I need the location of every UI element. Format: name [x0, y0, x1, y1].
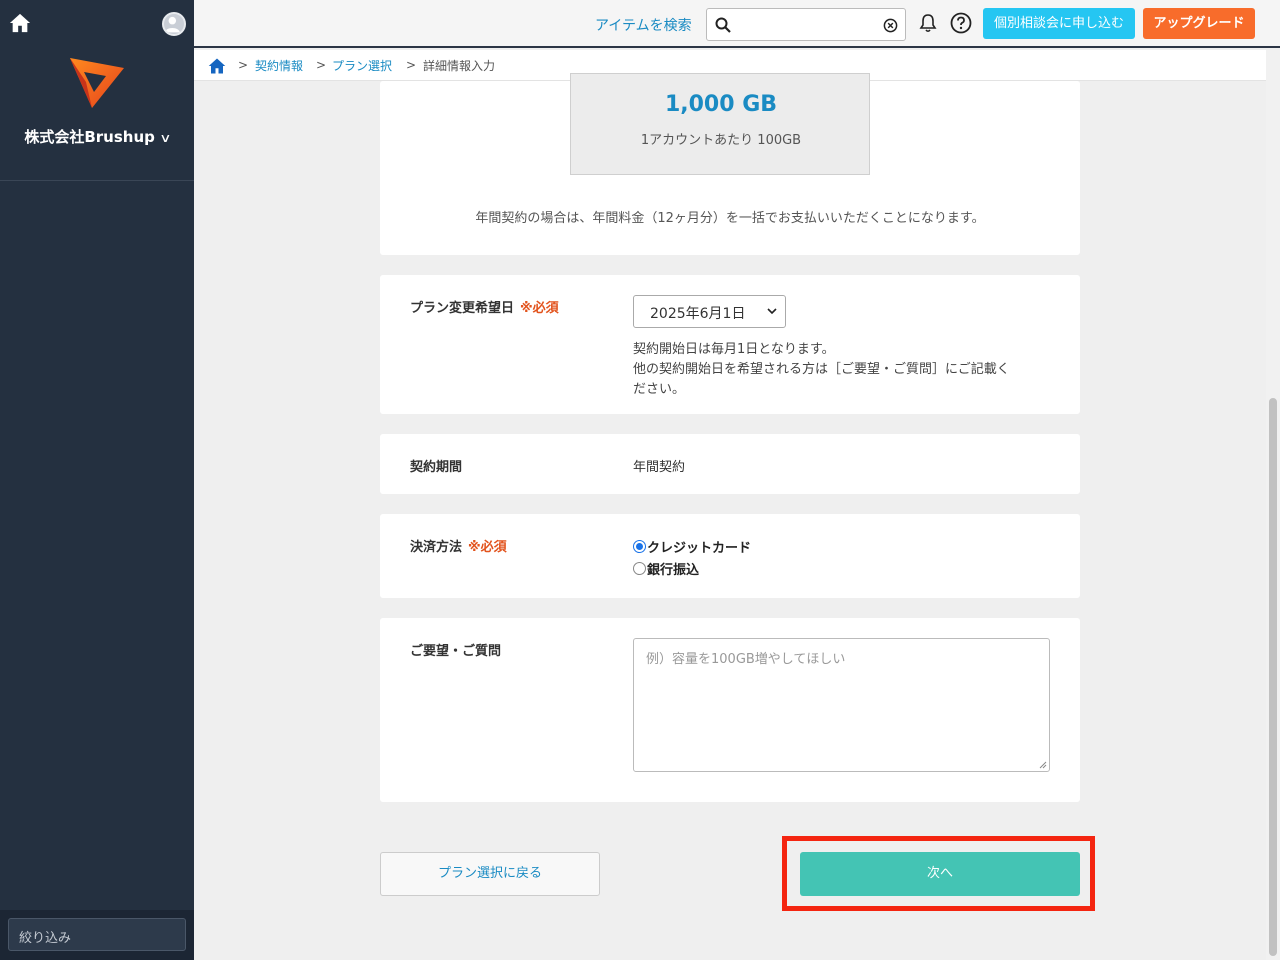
- search-input[interactable]: [706, 8, 906, 41]
- change-date-value: 2025年6月1日: [650, 306, 746, 322]
- home-icon[interactable]: [9, 12, 31, 34]
- payment-method-card: 決済方法 ※必須 クレジットカード 銀行振込: [380, 514, 1080, 598]
- bell-icon[interactable]: [918, 13, 938, 33]
- contract-period-card: 契約期間 年間契約: [380, 434, 1080, 494]
- change-date-label: プラン変更希望日 ※必須: [410, 301, 559, 316]
- change-date-card: プラン変更希望日 ※必須 2025年6月1日 契約開始日は毎月1日となります。 他…: [380, 275, 1080, 414]
- requests-card: ご要望・ご質問 例）容量を100GB増やしてほしい: [380, 618, 1080, 802]
- payment-method-label: 決済方法 ※必須: [410, 540, 507, 555]
- search-icon: [715, 17, 731, 33]
- sidebar-divider: [0, 180, 194, 181]
- chevron-down-icon: ∨: [159, 131, 172, 145]
- payment-option-bank-transfer[interactable]: 銀行振込: [633, 559, 699, 578]
- breadcrumb-current: 詳細情報入力: [423, 59, 496, 73]
- plan-summary-card: 1,000 GB 1アカウントあたり 100GB 年間契約の場合は、年間料金（1…: [380, 73, 1080, 255]
- search-items-link[interactable]: アイテムを検索: [595, 15, 692, 35]
- requests-placeholder: 例）容量を100GB増やしてほしい: [646, 652, 846, 667]
- storage-total: 1,000 GB: [664, 92, 778, 117]
- breadcrumb-plan-select[interactable]: プラン選択: [332, 57, 392, 74]
- sidebar: 株式会社Brushup ∨ 絞り込み: [0, 0, 194, 960]
- brushup-logo-icon: [70, 58, 124, 108]
- requests-textarea[interactable]: 例）容量を100GB増やしてほしい: [633, 638, 1050, 772]
- change-date-note: 契約開始日は毎月1日となります。 他の契約開始日を希望される方は［ご要望・ご質問…: [633, 342, 1010, 397]
- resize-grip-icon[interactable]: [1039, 761, 1047, 769]
- annual-payment-note: 年間契約の場合は、年間料金（12ヶ月分）を一括でお支払いいただくことになります。: [475, 211, 985, 226]
- breadcrumb-separator: >: [406, 58, 417, 72]
- change-date-select[interactable]: 2025年6月1日: [633, 295, 786, 328]
- help-icon[interactable]: [950, 12, 972, 34]
- back-to-plan-select-button[interactable]: プラン選択に戻る: [380, 852, 600, 896]
- breadcrumb-separator: >: [316, 58, 327, 72]
- breadcrumb-separator: >: [238, 58, 249, 72]
- scrollbar-thumb[interactable]: [1269, 398, 1277, 956]
- top-header: アイテムを検索 個別相談会に申し込む アップグレード: [194, 0, 1280, 48]
- scrollbar[interactable]: [1266, 50, 1280, 960]
- home-icon[interactable]: [208, 57, 226, 75]
- breadcrumb-contract-info[interactable]: 契約情報: [255, 57, 303, 74]
- required-mark: ※必須: [468, 540, 507, 555]
- radio-selected-icon[interactable]: [633, 540, 646, 553]
- storage-box: 1,000 GB 1アカウントあたり 100GB: [570, 73, 870, 175]
- storage-per-account: 1アカウントあたり 100GB: [640, 133, 802, 148]
- next-button[interactable]: 次へ: [800, 852, 1080, 896]
- company-switcher[interactable]: 株式会社Brushup ∨: [0, 126, 194, 147]
- contract-period-value: 年間契約: [633, 460, 686, 475]
- radio-unselected-icon[interactable]: [633, 562, 646, 575]
- requests-label: ご要望・ご質問: [410, 644, 502, 659]
- contract-period-label: 契約期間: [410, 460, 463, 475]
- required-mark: ※必須: [520, 301, 559, 316]
- consultation-button[interactable]: 個別相談会に申し込む: [983, 8, 1135, 39]
- clear-icon[interactable]: [883, 18, 898, 33]
- chevron-down-icon: [767, 308, 777, 315]
- upgrade-button[interactable]: アップグレード: [1143, 8, 1255, 39]
- payment-option-credit-card[interactable]: クレジットカード: [633, 537, 751, 556]
- user-avatar[interactable]: [162, 12, 186, 36]
- filter-input[interactable]: 絞り込み: [8, 918, 186, 951]
- company-name: 株式会社Brushup: [24, 128, 155, 146]
